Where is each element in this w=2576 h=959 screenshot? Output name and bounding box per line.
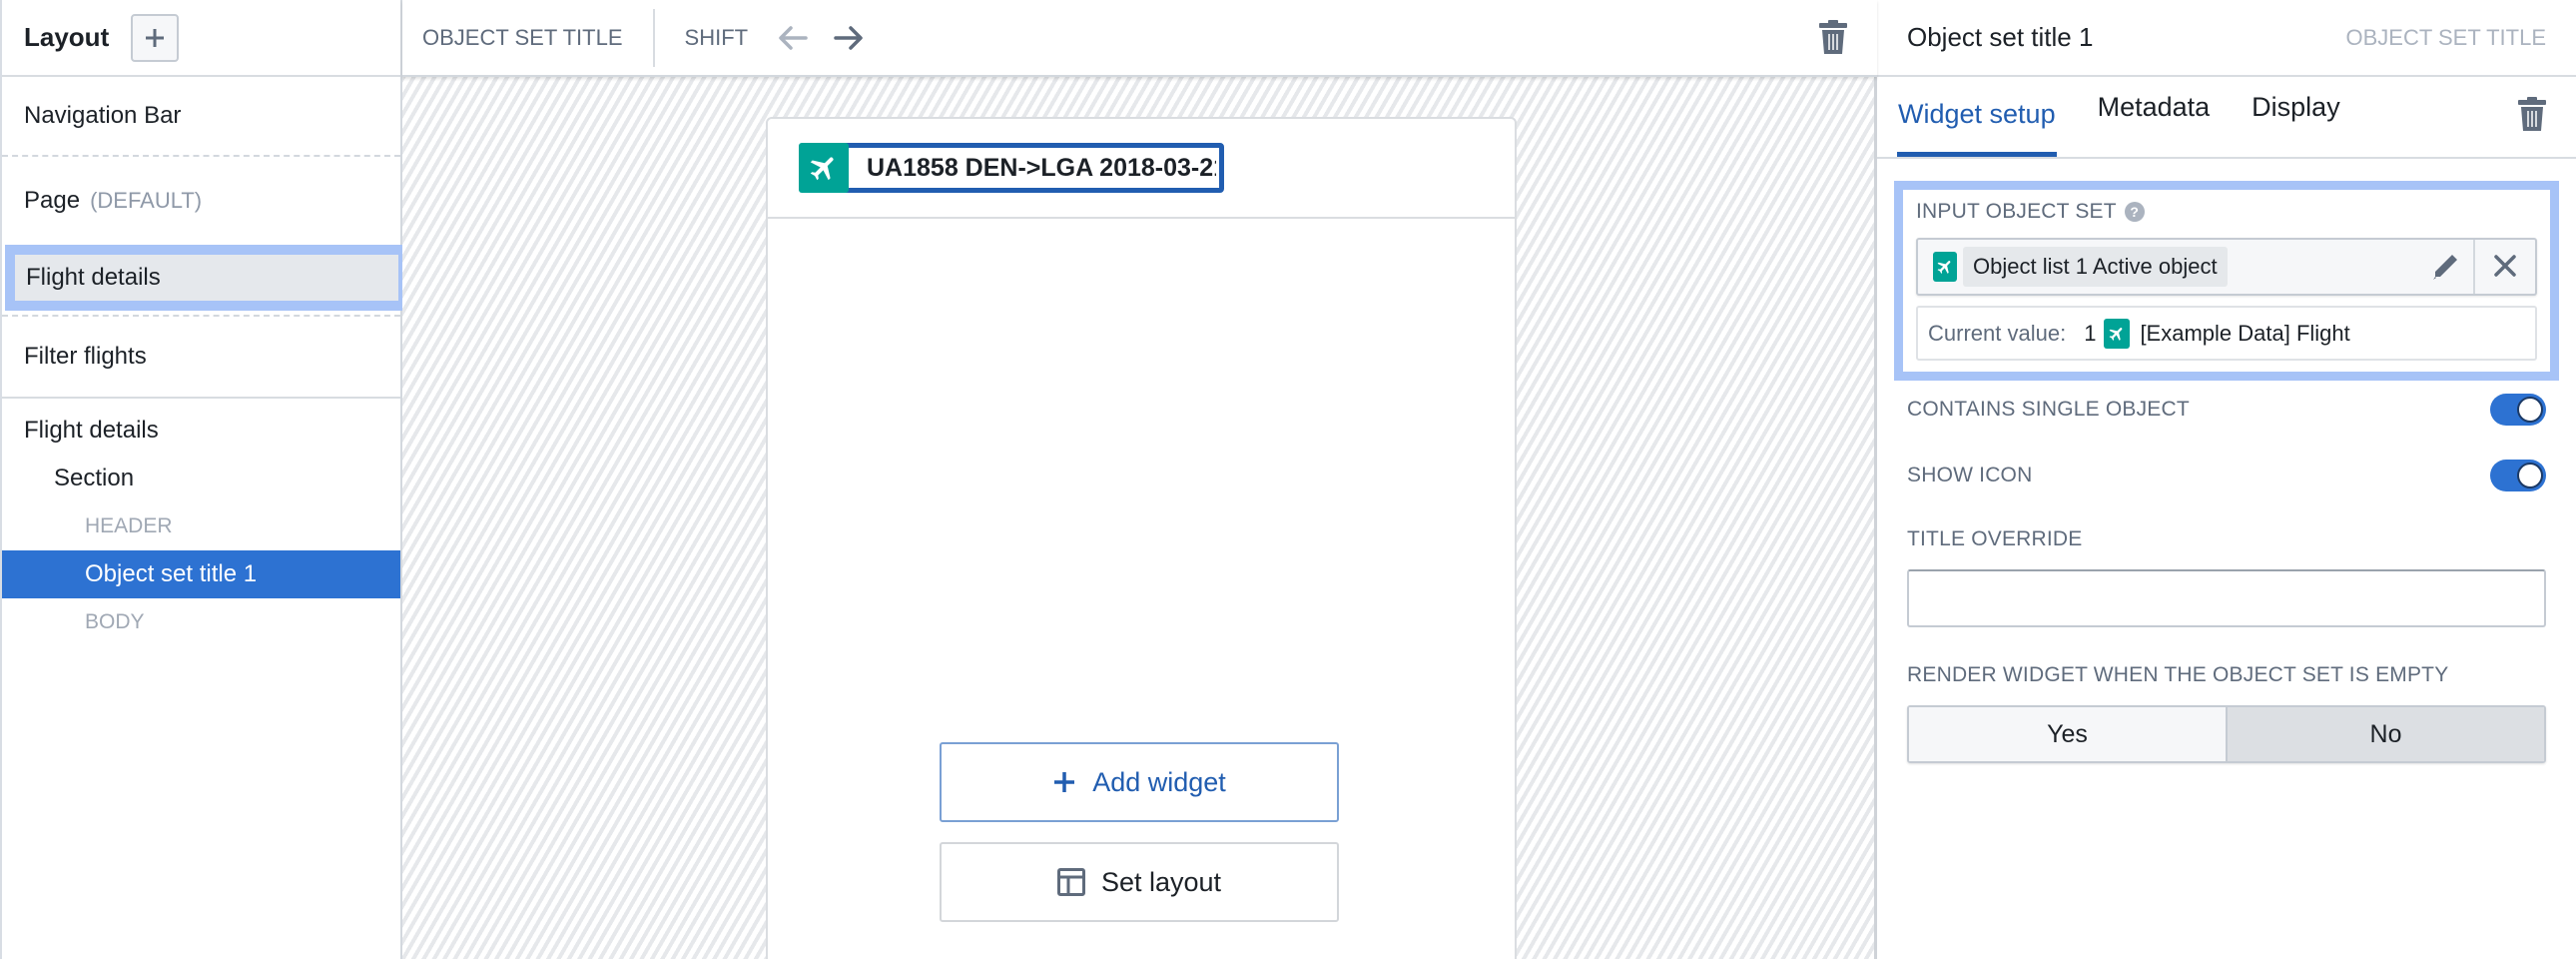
close-icon — [2494, 255, 2516, 277]
edit-object-set-button[interactable] — [2430, 252, 2460, 289]
tab-metadata[interactable]: Metadata — [2097, 77, 2212, 157]
set-layout-button[interactable]: Set layout — [940, 842, 1339, 922]
widget-config-panel: Object set title 1 OBJECT SET TITLE Widg… — [1877, 0, 2576, 959]
shift-left-button[interactable] — [778, 23, 808, 53]
tree-item-label: Section — [54, 465, 135, 491]
shift-right-button[interactable] — [834, 23, 864, 53]
plus-icon — [146, 28, 165, 47]
tree-item-label: Flight details — [24, 417, 159, 444]
input-object-set-label-text: INPUT OBJECT SET — [1916, 200, 2117, 223]
set-layout-label: Set layout — [1100, 866, 1222, 897]
contains-single-object-label: CONTAINS SINGLE OBJECT — [1907, 398, 2190, 421]
show-icon-toggle[interactable] — [2490, 460, 2546, 491]
contains-single-object-toggle[interactable] — [2490, 394, 2546, 426]
page-default-badge: (DEFAULT) — [90, 188, 203, 213]
page-item-filter-flights[interactable]: Filter flights — [2, 317, 400, 399]
plus-icon — [1052, 770, 1076, 794]
editor-center: OBJECT SET TITLE SHIFT UA1858 DEN->LGA 2… — [402, 0, 1877, 959]
current-value-label: Current value: — [1928, 320, 2067, 346]
config-header: Object set title 1 OBJECT SET TITLE — [1877, 0, 2576, 77]
tree-slot-label: BODY — [85, 610, 145, 633]
section-header-slot: UA1858 DEN->LGA 2018-03-21 — [768, 119, 1515, 219]
tab-widget-setup[interactable]: Widget setup — [1897, 77, 2057, 157]
pencil-icon — [2433, 255, 2457, 280]
tree-item-object-set-title[interactable]: Object set title 1 — [2, 550, 400, 598]
show-icon-row: SHOW ICON — [1907, 456, 2546, 495]
clear-object-set-button[interactable] — [2493, 254, 2517, 285]
page-group: Page (DEFAULT) Flight details — [2, 174, 402, 317]
airplane-icon — [799, 143, 849, 193]
navigation-bar-label: Navigation Bar — [24, 102, 182, 129]
add-layout-item-button[interactable] — [131, 13, 180, 62]
arrow-right-icon — [834, 25, 863, 50]
input-object-set-label: INPUT OBJECT SET ? — [1916, 200, 2537, 224]
object-title-text: UA1858 DEN->LGA 2018-03-21 — [867, 153, 1216, 182]
toolbar-divider — [652, 8, 655, 67]
render-when-empty-label: RENDER WIDGET WHEN THE OBJECT SET IS EMP… — [1907, 663, 2449, 686]
tree-item-label: Object set title 1 — [85, 560, 258, 587]
delete-widget-button[interactable] — [1819, 20, 1847, 61]
current-value-count: 1 — [2084, 320, 2097, 346]
layout-panel-title: Layout — [24, 22, 110, 52]
tree-item-section[interactable]: Section — [2, 455, 400, 502]
layout-item-navigation-bar[interactable]: Navigation Bar — [2, 77, 400, 157]
input-object-set-section: INPUT OBJECT SET ? Object list 1 Active … — [1894, 181, 2559, 381]
tree-slot-body: BODY — [2, 598, 400, 646]
title-override-label: TITLE OVERRIDE — [1907, 527, 2083, 550]
page-item-label: Filter flights — [24, 343, 147, 370]
show-icon-label: SHOW ICON — [1907, 464, 2033, 486]
tree-slot-label: HEADER — [85, 514, 173, 537]
render-when-empty-selector: Yes No — [1907, 705, 2546, 763]
layout-item-page[interactable]: Page (DEFAULT) — [2, 174, 400, 228]
object-set-title-widget[interactable]: UA1858 DEN->LGA 2018-03-21 — [799, 143, 1224, 193]
tree-slot-header: HEADER — [2, 502, 400, 550]
selector-divider — [2473, 240, 2475, 294]
page-label: Page — [24, 187, 81, 214]
layout-panel-header: Layout — [2, 0, 400, 77]
widget-type-badge: OBJECT SET TITLE — [2345, 24, 2546, 50]
tab-display[interactable]: Display — [2251, 77, 2341, 157]
widget-name[interactable]: Object set title 1 — [1907, 22, 2093, 53]
trash-icon — [1819, 20, 1847, 54]
airplane-icon — [2104, 318, 2131, 349]
add-widget-label: Add widget — [1092, 766, 1226, 797]
object-set-tag: Object list 1 Active object — [1963, 247, 2228, 287]
toggle-knob — [2517, 463, 2543, 488]
config-tabs: Widget setup Metadata Display — [1877, 77, 2576, 159]
object-set-selector[interactable]: Object list 1 Active object — [1916, 238, 2537, 296]
current-value-type: [Example Data] Flight — [2140, 320, 2350, 346]
airplane-icon — [1933, 252, 1957, 282]
layout-tree: Flight details Section HEADER Object set… — [2, 399, 400, 646]
tree-item-page[interactable]: Flight details — [2, 407, 400, 455]
help-icon[interactable]: ? — [2124, 202, 2145, 222]
page-item-flight-details[interactable]: Flight details — [5, 245, 402, 311]
arrow-left-icon — [779, 25, 808, 50]
page-preview-card: UA1858 DEN->LGA 2018-03-21 Add widget Se… — [766, 117, 1517, 959]
title-override-input[interactable] — [1907, 569, 2546, 627]
layout-icon — [1056, 868, 1085, 896]
shift-label: SHIFT — [684, 24, 749, 50]
page-item-label: Flight details — [26, 264, 161, 291]
contains-single-object-row: CONTAINS SINGLE OBJECT — [1907, 390, 2546, 430]
current-value-display: Current value: 1 [Example Data] Flight — [1916, 306, 2537, 361]
add-widget-button[interactable]: Add widget — [940, 742, 1339, 822]
layout-panel: Layout Navigation Bar Page (DEFAULT) Fli… — [0, 0, 402, 959]
render-when-empty-no[interactable]: No — [2226, 707, 2544, 761]
delete-widget-config-button[interactable] — [2518, 97, 2546, 138]
layout-canvas: UA1858 DEN->LGA 2018-03-21 Add widget Se… — [402, 77, 1877, 959]
toggle-knob — [2517, 397, 2543, 423]
widget-toolbar: OBJECT SET TITLE SHIFT — [402, 0, 1877, 77]
trash-icon — [2518, 97, 2546, 131]
widget-type-label: OBJECT SET TITLE — [422, 24, 623, 50]
render-when-empty-yes[interactable]: Yes — [1909, 707, 2226, 761]
